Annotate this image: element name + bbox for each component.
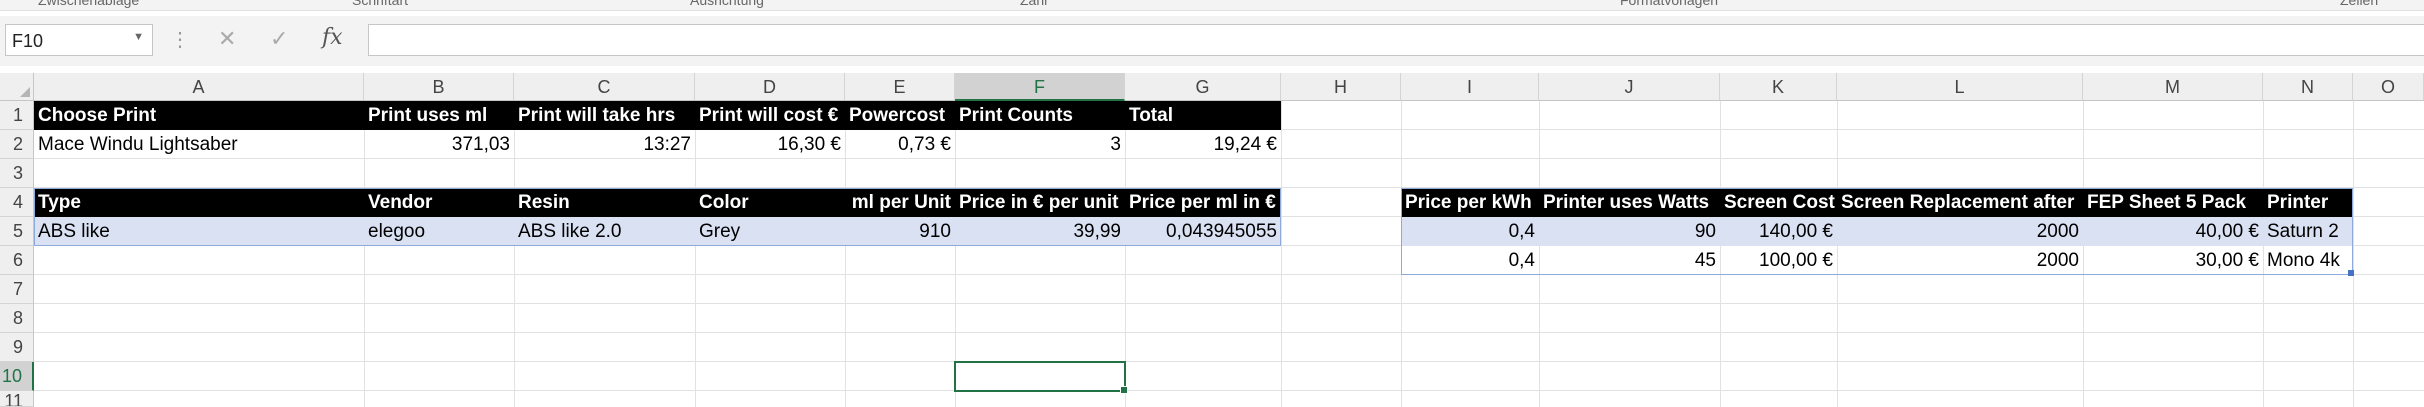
print-header-cost[interactable]: Print will cost € — [695, 101, 845, 130]
row-header[interactable]: 9 — [0, 333, 34, 362]
column-header-g[interactable]: G — [1125, 73, 1281, 101]
ribbon-group-label: Zwischenablage — [38, 0, 140, 8]
select-all-button[interactable] — [0, 73, 34, 101]
print-header-uses-ml[interactable]: Print uses ml — [364, 101, 514, 130]
print-header-hours[interactable]: Print will take hrs — [514, 101, 695, 130]
column-header-m[interactable]: M — [2083, 73, 2263, 101]
ribbon-group-label: Ausrichtung — [690, 0, 764, 8]
print-header-total[interactable]: Total — [1125, 101, 1281, 130]
column-header-b[interactable]: B — [364, 73, 514, 101]
ribbon-group-label: Zellen — [2340, 0, 2379, 8]
resin-table-border — [34, 188, 1281, 246]
column-header-l[interactable]: L — [1837, 73, 2083, 101]
row-header[interactable]: 6 — [0, 246, 34, 275]
row-header[interactable]: 5 — [0, 217, 34, 246]
name-box-value: F10 — [12, 31, 44, 51]
chevron-down-icon[interactable]: ▼ — [133, 31, 144, 43]
gridline — [34, 361, 2424, 362]
name-box[interactable]: F10 ▼ — [5, 24, 153, 56]
row-header[interactable]: 2 — [0, 130, 34, 159]
gridline — [34, 332, 2424, 333]
print-cost-cell[interactable]: 16,30 € — [695, 130, 845, 159]
ribbon-group-label: Zahl — [1020, 0, 1048, 8]
column-header-k[interactable]: K — [1720, 73, 1837, 101]
print-header-counts[interactable]: Print Counts — [955, 101, 1125, 130]
insert-function-icon[interactable]: fx — [322, 25, 343, 50]
row-header[interactable]: 8 — [0, 304, 34, 333]
print-counts-cell[interactable]: 3 — [955, 130, 1125, 159]
print-header-choose-print[interactable]: Choose Print — [34, 101, 364, 130]
active-cell-f10[interactable] — [954, 361, 1128, 394]
enter-check-icon[interactable]: ✓ — [270, 26, 288, 52]
column-header-d[interactable]: D — [695, 73, 845, 101]
formula-input[interactable] — [368, 24, 2424, 56]
column-header-o[interactable]: O — [2353, 73, 2424, 101]
column-header-e[interactable]: E — [845, 73, 955, 101]
column-header-i[interactable]: I — [1401, 73, 1539, 101]
table-resize-handle[interactable] — [2348, 270, 2354, 276]
print-choice-cell[interactable]: Mace Windu Lightsaber — [34, 130, 364, 159]
row-header[interactable]: 3 — [0, 159, 34, 188]
gridline — [34, 303, 2424, 304]
row-header[interactable]: 11 — [0, 391, 34, 407]
print-total-cell[interactable]: 19,24 € — [1125, 130, 1281, 159]
column-header-f[interactable]: F — [955, 73, 1125, 101]
column-header-h[interactable]: H — [1281, 73, 1401, 101]
row-header[interactable]: 7 — [0, 275, 34, 304]
ribbon-group-label: Formatvorlagen — [1620, 0, 1719, 8]
row-header[interactable]: 1 — [0, 101, 34, 130]
ribbon-group-label: Schriftart — [352, 0, 409, 8]
print-uses-ml-cell[interactable]: 371,03 — [364, 130, 514, 159]
print-header-powercost[interactable]: Powercost — [845, 101, 955, 130]
column-header-j[interactable]: J — [1539, 73, 1720, 101]
more-options-icon[interactable]: ⋮ — [170, 27, 190, 52]
column-header-n[interactable]: N — [2263, 73, 2353, 101]
printer-table-border — [1401, 188, 2353, 275]
ribbon-strip: Zwischenablage Schriftart Ausrichtung Za… — [0, 0, 2424, 11]
print-hours-cell[interactable]: 13:27 — [514, 130, 695, 159]
column-header-a[interactable]: A — [34, 73, 364, 101]
cancel-icon[interactable]: ✕ — [218, 26, 236, 52]
row-header[interactable]: 4 — [0, 188, 34, 217]
formula-bar: F10 ▼ ⋮ ✕ ✓ fx — [0, 16, 2424, 66]
column-header-c[interactable]: C — [514, 73, 695, 101]
row-header[interactable]: 10 — [0, 362, 34, 391]
print-powercost-cell[interactable]: 0,73 € — [845, 130, 955, 159]
gridline — [34, 390, 2424, 391]
